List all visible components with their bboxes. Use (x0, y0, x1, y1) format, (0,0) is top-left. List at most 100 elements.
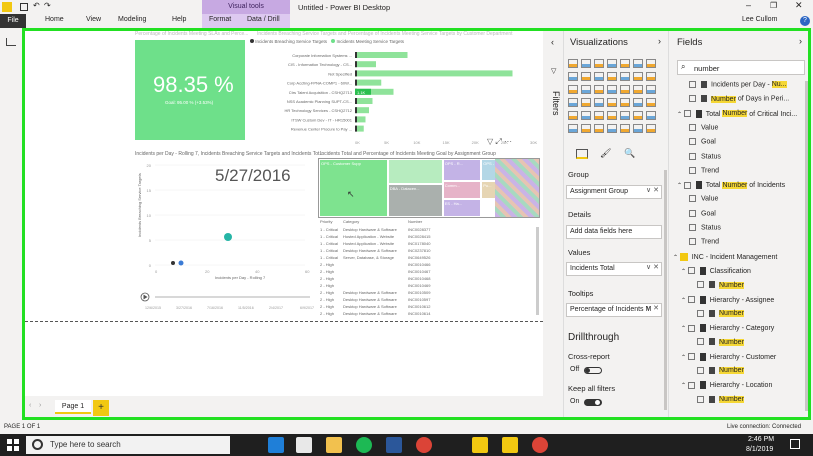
bar[interactable] (355, 107, 369, 114)
viz-type-icon[interactable] (568, 72, 578, 81)
viz-type-icon[interactable] (581, 124, 591, 133)
notifications-icon[interactable] (790, 439, 800, 449)
field-checkbox[interactable] (689, 238, 696, 246)
bar[interactable] (355, 79, 382, 86)
expand-chevron-icon[interactable]: ⌃ (673, 254, 680, 260)
bar-chart[interactable]: Corporate Information Systems ... CIS - I… (250, 49, 540, 149)
viz-type-icon[interactable] (568, 111, 578, 120)
bar[interactable] (355, 70, 513, 77)
field-item[interactable]: ⌃ Classification (681, 266, 751, 275)
viz-type-icon[interactable] (620, 98, 630, 107)
mail-icon[interactable] (296, 437, 312, 453)
format-paint-icon[interactable]: 🖌 (600, 148, 611, 159)
chrome-icon[interactable] (416, 437, 432, 453)
scatter-point[interactable] (224, 233, 232, 241)
expand-chevron-icon[interactable]: ⌃ (681, 383, 688, 389)
viz-expand-icon[interactable]: › (658, 36, 661, 46)
treemap-tile[interactable]: ES - Ha... (442, 199, 482, 217)
viz-type-icon[interactable] (607, 111, 617, 120)
table-row[interactable]: 2 - High Desktop Hardware & Software INC00… (318, 304, 518, 310)
save-icon[interactable] (20, 3, 28, 11)
kpi-card[interactable]: 98.35 % Goal: 95.00 % (+3.53%) (135, 40, 245, 140)
tab-modeling[interactable]: Modeling (118, 16, 146, 23)
treemap-tile[interactable] (387, 159, 443, 184)
field-checkbox[interactable] (689, 138, 696, 146)
table-row[interactable]: 1 - Critical Hosted Application - Website… (318, 241, 518, 247)
expand-chevron-icon[interactable]: ⌃ (681, 355, 688, 361)
taskbar-search[interactable]: Type here to search (26, 436, 230, 454)
powerbi-taskbar-icon[interactable] (472, 437, 488, 453)
next-page-icon[interactable]: › (39, 402, 41, 409)
viz-type-icon[interactable] (646, 59, 656, 68)
viz-type-icon[interactable] (633, 124, 643, 133)
field-checkbox[interactable] (683, 181, 691, 189)
viz-type-icon[interactable] (594, 72, 604, 81)
bar-breach-segment[interactable] (355, 107, 357, 114)
tab-help[interactable]: Help (172, 16, 186, 23)
viz-type-icon[interactable] (620, 72, 630, 81)
table-header-cell[interactable]: Category (343, 219, 359, 224)
viz-type-icon[interactable] (568, 59, 578, 68)
field-item[interactable]: Status (689, 224, 721, 231)
viz-type-icon[interactable] (646, 85, 656, 94)
expand-chevron-icon[interactable]: ⌃ (677, 111, 684, 117)
minimize-icon[interactable]: – (746, 0, 751, 10)
field-item[interactable]: Number of Days in Peri... (689, 95, 789, 103)
field-item[interactable]: ⌃ INC - Incident Management (673, 252, 777, 261)
table-row[interactable]: 2 - High Desktop Hardware & Software INC00… (318, 297, 518, 303)
viz-type-icon[interactable] (646, 111, 656, 120)
treemap-tile[interactable]: OPS - R... (442, 159, 482, 181)
viz-type-icon[interactable] (633, 72, 643, 81)
table-row[interactable]: 1 - Critical Hosted Application - Website… (318, 234, 518, 240)
fields-search-input[interactable]: number (694, 64, 719, 73)
expand-chevron-icon[interactable]: ⌃ (681, 297, 688, 303)
spotify-icon[interactable] (356, 437, 372, 453)
report-view-icon[interactable] (6, 38, 16, 46)
close-icon[interactable]: ✕ (795, 0, 803, 11)
report-canvas[interactable]: Percentage of Incidents Meeting SLAs and… (25, 31, 543, 321)
chrome-icon-2[interactable] (532, 437, 548, 453)
viz-type-icon[interactable] (620, 85, 630, 94)
viz-type-icon[interactable] (581, 111, 591, 120)
field-item[interactable]: Status (689, 152, 721, 160)
table-row[interactable]: 2 - High INC0010467 (318, 269, 518, 275)
collapse-chevron-icon[interactable]: ‹ (551, 37, 554, 47)
viz-type-icon[interactable] (646, 98, 656, 107)
prev-page-icon[interactable]: ‹ (29, 402, 31, 409)
treemap-tile[interactable]: Comm... (442, 181, 482, 199)
table-row[interactable]: 2 - High INC0010468 (318, 276, 518, 282)
viz-type-icon[interactable] (646, 72, 656, 81)
powerbi-taskbar-icon-2[interactable] (502, 437, 518, 453)
taskbar-search-input[interactable]: Type here to search (50, 440, 121, 449)
viz-type-icon[interactable] (594, 111, 604, 120)
field-item[interactable]: Number (697, 338, 744, 346)
table-row[interactable]: 2 - High Desktop Hardware & Software INC00… (318, 290, 518, 296)
viz-type-icon[interactable] (607, 124, 617, 133)
field-item[interactable]: ⌃ Hierarchy - Category (681, 324, 774, 333)
viz-type-icon[interactable] (581, 85, 591, 94)
viz-type-icon[interactable] (620, 124, 630, 133)
viz-type-icon[interactable] (607, 59, 617, 68)
viz-type-icon[interactable] (620, 59, 630, 68)
field-item[interactable]: ⌃ Hierarchy - Customer (681, 352, 776, 361)
well-remove-icons[interactable]: ∨ ✕ (646, 186, 659, 196)
table-header-cell[interactable]: Priority (320, 219, 332, 224)
field-checkbox[interactable] (689, 224, 696, 231)
field-checkbox[interactable] (687, 353, 695, 361)
field-item[interactable]: ⌃ Total Number of Incidents (677, 181, 785, 190)
tab-view[interactable]: View (86, 16, 101, 23)
tab-file[interactable]: File (0, 14, 26, 28)
viz-type-icon[interactable] (594, 59, 604, 68)
tab-data-drill[interactable]: Data / Drill (247, 16, 280, 23)
restore-icon[interactable]: ❐ (770, 1, 777, 10)
tab-home[interactable]: Home (45, 16, 64, 23)
field-checkbox[interactable] (689, 166, 696, 174)
expand-chevron-icon[interactable]: ⌃ (677, 183, 684, 189)
treemap-tile[interactable]: OPS - Customer Supp (319, 159, 388, 217)
field-checkbox[interactable] (697, 281, 704, 289)
table-row[interactable]: 2 - High INC0010466 (318, 262, 518, 268)
viz-type-icon[interactable] (633, 59, 643, 68)
field-item[interactable]: Value (689, 123, 718, 131)
viz-type-icon[interactable] (633, 85, 643, 94)
field-checkbox[interactable] (689, 81, 696, 88)
